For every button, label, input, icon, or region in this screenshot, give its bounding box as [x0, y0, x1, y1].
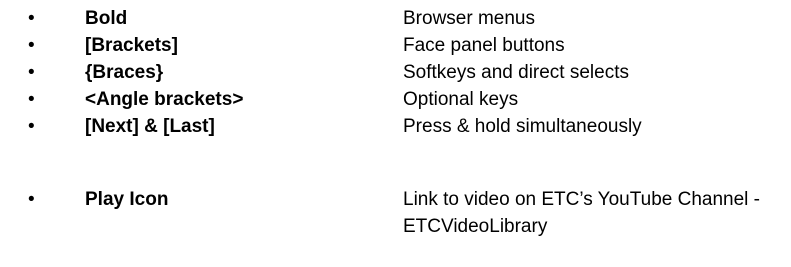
legend-description: Softkeys and direct selects — [403, 62, 629, 83]
legend-term: [Brackets] — [85, 35, 178, 56]
bullet-icon: • — [28, 8, 35, 29]
legend-row: • [Next] & [Last] Press & hold simultane… — [0, 112, 791, 139]
legend-description: Press & hold simultaneously — [403, 116, 642, 137]
legend-term: <Angle brackets> — [85, 89, 244, 110]
legend-row: • Bold Browser menus — [0, 4, 791, 31]
bullet-icon: • — [28, 35, 35, 56]
bullet-icon: • — [28, 189, 35, 210]
legend-description: Optional keys — [403, 89, 519, 110]
notation-legend: • Bold Browser menus • [Brackets] Face p… — [0, 0, 791, 267]
legend-description: Face panel buttons — [403, 35, 565, 56]
legend-term: {Braces} — [85, 62, 164, 83]
legend-row: • <Angle brackets> Optional keys — [0, 85, 791, 112]
legend-row: • [Brackets] Face panel buttons — [0, 31, 791, 58]
legend-term: Play Icon — [85, 189, 169, 210]
legend-description: Browser menus — [403, 8, 535, 29]
bullet-icon: • — [28, 89, 35, 110]
legend-description: Link to video on ETC’s YouTube Channel -… — [403, 189, 761, 237]
legend-term: Bold — [85, 8, 128, 29]
legend-row: • Play Icon Link to video on ETC’s YouTu… — [0, 185, 791, 245]
bullet-icon: • — [28, 62, 35, 83]
bullet-icon: • — [28, 116, 35, 137]
legend-term: [Next] & [Last] — [85, 116, 215, 137]
legend-row: • {Braces} Softkeys and direct selects — [0, 58, 791, 85]
